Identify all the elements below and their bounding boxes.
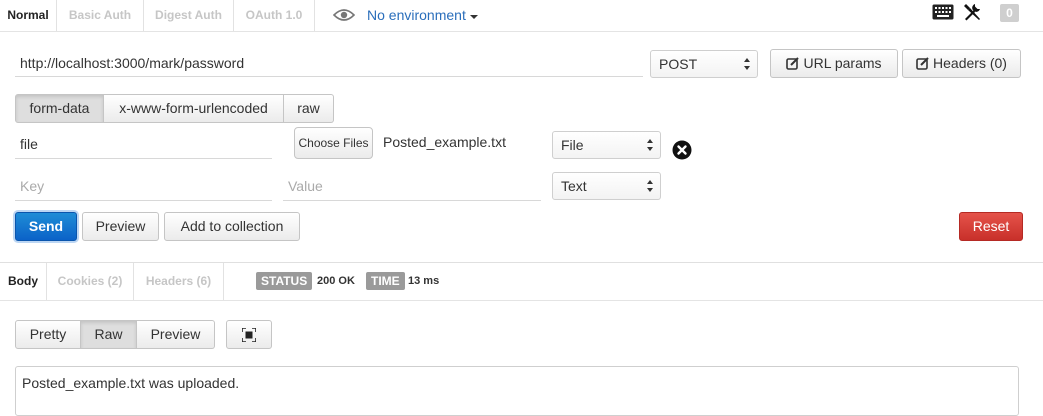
mode-raw[interactable]: raw: [284, 94, 334, 123]
headers-button[interactable]: Headers (0): [902, 49, 1021, 78]
time-value: 13 ms: [408, 275, 440, 287]
remove-row-icon[interactable]: [672, 140, 692, 160]
url-input[interactable]: [15, 50, 643, 77]
key-input[interactable]: [15, 130, 272, 159]
add-to-collection-button[interactable]: Add to collection: [164, 212, 300, 241]
reset-button[interactable]: Reset: [959, 212, 1023, 241]
response-tabs-divider: [0, 300, 1043, 301]
tab-digest-auth[interactable]: Digest Auth: [144, 0, 234, 31]
type-select-text[interactable]: Text: [552, 172, 661, 200]
url-params-button[interactable]: URL params: [770, 49, 898, 78]
fullscreen-button[interactable]: [226, 320, 272, 349]
new-key-input[interactable]: [15, 172, 272, 201]
mode-urlencoded[interactable]: x-www-form-urlencoded: [104, 94, 284, 123]
view-raw[interactable]: Raw: [81, 320, 137, 349]
edit-icon: [786, 57, 800, 70]
top-divider: [0, 31, 1043, 32]
time-label: TIME: [366, 272, 405, 290]
select-arrows-icon: [744, 58, 750, 70]
view-pretty[interactable]: Pretty: [15, 320, 81, 349]
body-mode-group: form-data x-www-form-urlencoded raw: [15, 94, 334, 123]
mode-form-data[interactable]: form-data: [15, 94, 104, 123]
select-arrows-icon: [647, 180, 653, 192]
count-badge: 0: [1000, 4, 1019, 22]
method-select[interactable]: POST: [650, 50, 758, 78]
status-label: STATUS: [256, 272, 313, 290]
tab-basic-auth[interactable]: Basic Auth: [57, 0, 144, 31]
tools-icon[interactable]: [963, 3, 981, 21]
tab-response-headers[interactable]: Headers (6): [134, 263, 224, 300]
response-text: Posted_example.txt was uploaded.: [22, 375, 240, 391]
expand-icon: [242, 328, 256, 342]
response-body[interactable]: Posted_example.txt was uploaded.: [15, 366, 1019, 416]
file-name: Posted_example.txt: [383, 134, 506, 150]
choose-files-button[interactable]: Choose Files: [294, 127, 373, 159]
type-select-file[interactable]: File: [552, 131, 661, 159]
type-value: Text: [561, 178, 587, 194]
headers-label: Headers (0): [933, 55, 1007, 71]
new-value-input[interactable]: [283, 172, 541, 201]
tab-normal[interactable]: Normal: [0, 0, 57, 31]
tab-body[interactable]: Body: [0, 263, 47, 300]
view-mode-group: Pretty Raw Preview: [15, 320, 215, 349]
status-value: 200 OK: [317, 275, 355, 287]
keyboard-icon[interactable]: [932, 4, 954, 20]
eye-icon: [333, 9, 355, 21]
environment-selector[interactable]: No environment: [333, 5, 478, 25]
select-arrows-icon: [647, 139, 653, 151]
tab-oauth[interactable]: OAuth 1.0: [234, 0, 315, 31]
preview-button[interactable]: Preview: [82, 212, 159, 241]
view-preview[interactable]: Preview: [137, 320, 215, 349]
edit-icon: [916, 57, 929, 70]
send-button[interactable]: Send: [15, 212, 77, 241]
url-params-label: URL params: [803, 55, 882, 71]
tab-cookies[interactable]: Cookies (2): [47, 263, 134, 300]
method-value: POST: [659, 56, 698, 72]
chevron-down-icon: [469, 14, 478, 19]
type-value: File: [561, 137, 584, 153]
environment-label: No environment: [367, 7, 466, 23]
